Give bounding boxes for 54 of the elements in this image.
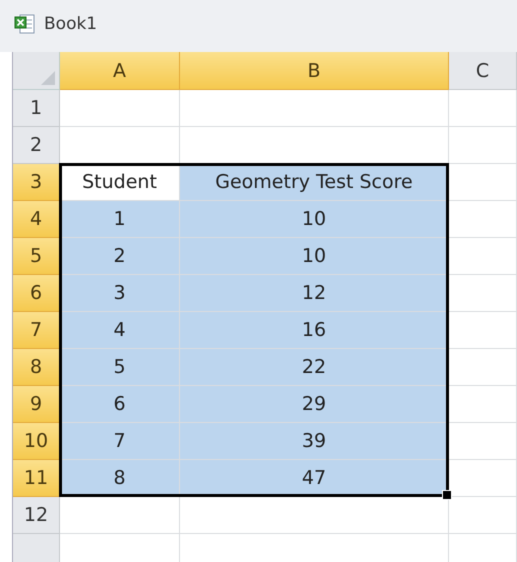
table-cell[interactable]: 10 — [180, 238, 449, 275]
row-header[interactable]: 11 — [13, 460, 60, 497]
table-cell[interactable]: 7 — [60, 423, 180, 460]
row-header[interactable]: 12 — [13, 497, 60, 534]
row-header[interactable]: 3 — [13, 164, 60, 201]
table-cell[interactable]: 16 — [180, 312, 449, 349]
row-header[interactable]: 10 — [13, 423, 60, 460]
table-cell[interactable]: 1 — [60, 201, 180, 238]
table-cell[interactable] — [449, 201, 517, 238]
table-cell[interactable] — [449, 164, 517, 201]
table-cell[interactable]: Student — [60, 164, 180, 201]
table-cell[interactable]: 4 — [60, 312, 180, 349]
table-cell[interactable] — [180, 497, 449, 534]
table-cell[interactable] — [449, 497, 517, 534]
row-header[interactable]: 8 — [13, 349, 60, 386]
table-cell[interactable]: 8 — [60, 460, 180, 497]
table-cell[interactable] — [449, 312, 517, 349]
select-all-corner[interactable] — [13, 52, 60, 90]
table-cell[interactable] — [449, 275, 517, 312]
table-cell[interactable]: 39 — [180, 423, 449, 460]
fill-handle[interactable] — [442, 490, 452, 500]
table-cell[interactable] — [449, 349, 517, 386]
table-cell[interactable]: 29 — [180, 386, 449, 423]
table-cell[interactable]: 2 — [60, 238, 180, 275]
table-cell[interactable]: 12 — [180, 275, 449, 312]
spreadsheet-file-icon — [14, 13, 36, 35]
table-cell[interactable] — [449, 90, 517, 127]
table-cell[interactable]: 22 — [180, 349, 449, 386]
table-cell[interactable]: 6 — [60, 386, 180, 423]
table-cell[interactable]: Geometry Test Score — [180, 164, 449, 201]
table-cell[interactable] — [449, 238, 517, 275]
table-cell[interactable] — [449, 423, 517, 460]
row-header[interactable]: 5 — [13, 238, 60, 275]
row-header[interactable]: 7 — [13, 312, 60, 349]
row-header[interactable]: 9 — [13, 386, 60, 423]
row-header[interactable]: 2 — [13, 127, 60, 164]
column-header[interactable]: A — [60, 52, 180, 90]
table-cell[interactable] — [449, 127, 517, 164]
column-header[interactable]: C — [449, 52, 517, 90]
table-cell[interactable]: 47 — [180, 460, 449, 497]
row-header[interactable]: 6 — [13, 275, 60, 312]
table-cell[interactable] — [60, 497, 180, 534]
window-title: Book1 — [44, 14, 98, 34]
table-cell[interactable]: 10 — [180, 201, 449, 238]
row-header[interactable]: 4 — [13, 201, 60, 238]
table-cell[interactable]: 3 — [60, 275, 180, 312]
row-header[interactable] — [13, 534, 60, 562]
column-header[interactable]: B — [180, 52, 449, 90]
table-cell[interactable]: 5 — [60, 349, 180, 386]
table-cell[interactable] — [449, 386, 517, 423]
table-cell[interactable] — [60, 90, 180, 127]
table-cell[interactable] — [180, 90, 449, 127]
row-header[interactable]: 1 — [13, 90, 60, 127]
table-cell[interactable] — [449, 460, 517, 497]
